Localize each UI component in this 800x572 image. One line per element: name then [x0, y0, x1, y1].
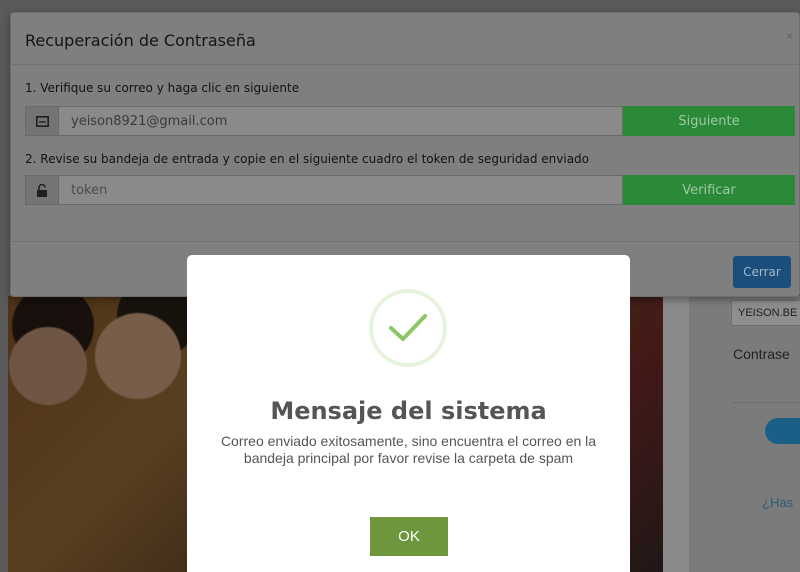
forgot-password-link[interactable]: ¿Has	[762, 495, 793, 510]
modal-title: Recuperación de Contraseña	[25, 31, 256, 50]
token-input[interactable]: token	[59, 175, 623, 205]
modal-header: Recuperación de Contraseña ×	[11, 13, 799, 65]
system-message-dialog: Mensaje del sistema Correo enviado exito…	[187, 255, 630, 572]
verify-button[interactable]: Verificar	[623, 175, 795, 205]
token-row: token Verificar	[25, 175, 795, 205]
ok-button[interactable]: OK	[370, 517, 448, 556]
password-label: Contrase	[733, 346, 790, 362]
username-field[interactable]: YEISON.BE	[731, 300, 800, 326]
next-button[interactable]: Siguiente	[623, 106, 795, 136]
success-check-icon	[369, 289, 447, 367]
email-field[interactable]: yeison8921@gmail.com	[59, 106, 623, 136]
step1-label: 1. Verifique su correo y haga clic en si…	[25, 81, 300, 95]
login-button[interactable]	[765, 418, 800, 444]
unlock-icon	[25, 175, 59, 205]
divider	[733, 402, 800, 403]
dialog-title: Mensaje del sistema	[270, 397, 547, 425]
close-icon[interactable]: ×	[786, 29, 793, 43]
step2-label: 2. Revise su bandeja de entrada y copie …	[25, 152, 590, 166]
dialog-message: Correo enviado exitosamente, sino encuen…	[220, 433, 597, 466]
envelope-icon	[25, 106, 59, 136]
close-button[interactable]: Cerrar	[733, 256, 791, 288]
email-row: yeison8921@gmail.com Siguiente	[25, 106, 795, 136]
